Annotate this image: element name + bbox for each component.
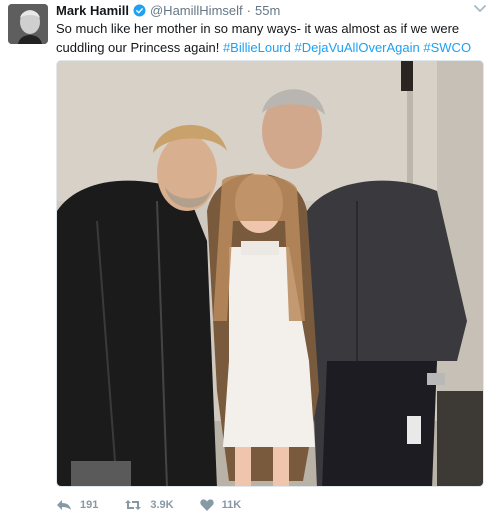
reply-count: 191 [80,499,99,511]
heart-icon [199,499,214,511]
hashtag-link[interactable]: #BillieLourd [223,40,291,55]
hashtag-link[interactable]: #SWCO [423,40,471,55]
chevron-down-icon[interactable] [474,4,486,14]
retweet-count: 3.9K [150,499,174,511]
like-button[interactable]: 11K [199,499,242,511]
like-count: 11K [221,499,242,511]
author-handle[interactable]: @HamillHimself [150,3,243,18]
retweet-button[interactable]: 3.9K [124,499,174,511]
avatar[interactable] [8,4,48,44]
verified-badge-icon [133,4,146,16]
tweet-header: Mark Hamill @HamillHimself · 55m [56,2,280,18]
tweet-text: So much like her mother in so many ways-… [56,19,488,57]
retweet-icon [125,500,142,510]
tweet-card: Mark Hamill @HamillHimself · 55m So much… [0,0,500,526]
tweet-actions: 191 3.9K 11K [56,496,267,514]
tweet-photo[interactable] [56,60,484,487]
hashtag-link[interactable]: #DejaVuAllOverAgain [295,40,420,55]
reply-icon [57,500,71,510]
timestamp[interactable]: 55m [255,3,280,18]
author-name[interactable]: Mark Hamill [56,3,129,18]
reply-button[interactable]: 191 [56,499,98,511]
separator-dot: · [246,2,251,18]
